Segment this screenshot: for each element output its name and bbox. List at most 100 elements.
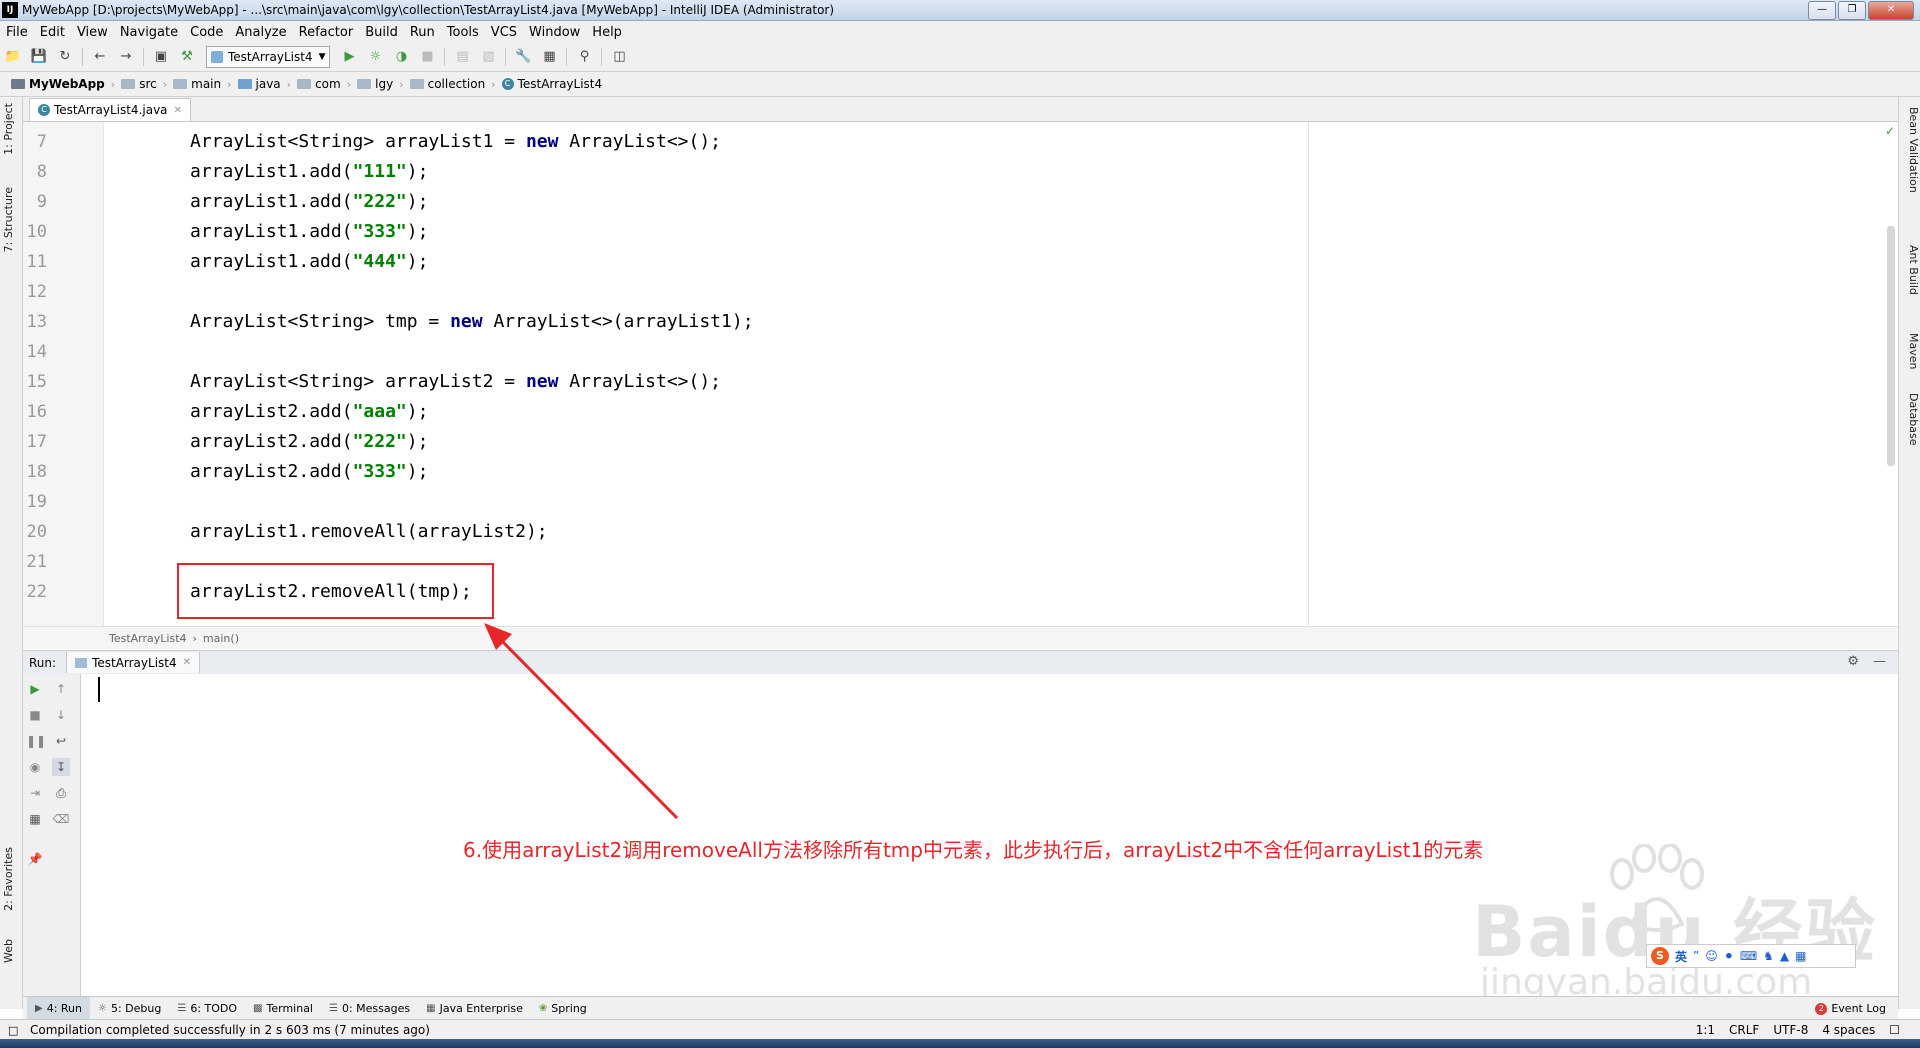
- tool-tab-maven[interactable]: Maven: [1902, 333, 1920, 369]
- settings-wrench-icon[interactable]: 🔧: [514, 48, 532, 66]
- keyboard-icon[interactable]: ⌨: [1740, 949, 1757, 963]
- breadcrumb-java[interactable]: java: [235, 77, 284, 91]
- editor-scrollbar[interactable]: [1887, 226, 1895, 466]
- tool-tab-messages[interactable]: ☰ 0: Messages: [321, 997, 418, 1020]
- soft-wrap-icon[interactable]: ↩: [52, 732, 70, 750]
- breadcrumb-project[interactable]: MyWebApp: [8, 77, 108, 91]
- indent-setting[interactable]: 4 spaces: [1822, 1023, 1875, 1037]
- menu-vcs[interactable]: VCS: [485, 25, 523, 40]
- string-literal: "aaa": [352, 401, 407, 422]
- menu-file[interactable]: File: [0, 25, 34, 40]
- tool-tab-spring[interactable]: ❀ Spring: [531, 997, 595, 1020]
- menu-analyze[interactable]: Analyze: [229, 25, 292, 40]
- shirt-icon[interactable]: ▲: [1780, 949, 1789, 963]
- gear-icon[interactable]: ⚙: [1847, 654, 1859, 669]
- project-settings-icon[interactable]: ▦: [540, 48, 558, 66]
- lock-icon[interactable]: ☐: [1889, 1023, 1900, 1037]
- code-breadcrumb-class[interactable]: TestArrayList4: [109, 632, 187, 645]
- tab-testarraylist4[interactable]: C TestArrayList4.java ✕: [29, 98, 191, 121]
- pin-icon[interactable]: 📌: [26, 850, 44, 868]
- menu-build[interactable]: Build: [359, 25, 404, 40]
- coverage-icon[interactable]: ◑: [392, 48, 410, 66]
- menu-tools[interactable]: Tools: [441, 25, 485, 40]
- pause-icon[interactable]: ❚❚: [26, 732, 46, 750]
- menu-code[interactable]: Code: [184, 25, 229, 40]
- tool-tab-todo[interactable]: ☰ 6: TODO: [169, 997, 245, 1020]
- menu-view[interactable]: View: [71, 25, 114, 40]
- code-breadcrumb-method[interactable]: main(): [203, 632, 239, 645]
- project-structure-icon[interactable]: ▣: [152, 48, 170, 66]
- tool-tab-favorites[interactable]: 2: Favorites: [2, 847, 20, 911]
- layout-icon[interactable]: ▦: [26, 810, 44, 828]
- run-icon[interactable]: ▶: [340, 48, 358, 66]
- microphone-icon[interactable]: ⚫: [1724, 949, 1734, 963]
- tool-tab-database[interactable]: Database: [1902, 393, 1920, 446]
- tool-tab-structure[interactable]: 7: Structure: [2, 187, 20, 252]
- menu-help[interactable]: Help: [586, 25, 628, 40]
- close-button[interactable]: ✕: [1868, 1, 1914, 20]
- close-icon[interactable]: ✕: [174, 105, 182, 116]
- line-number: 14: [26, 342, 47, 362]
- stop-icon[interactable]: ■: [418, 48, 436, 66]
- menu-refactor[interactable]: Refactor: [293, 25, 360, 40]
- breadcrumb-main[interactable]: main: [170, 77, 224, 91]
- back-icon[interactable]: ←: [91, 48, 109, 66]
- event-log-button[interactable]: 2 Event Log: [1815, 1002, 1886, 1015]
- breadcrumb-lgy[interactable]: lgy: [354, 77, 396, 91]
- vcs-update-icon[interactable]: ▤: [453, 48, 471, 66]
- tool-tab-ant-build[interactable]: Ant Build: [1902, 245, 1920, 295]
- menu-edit[interactable]: Edit: [34, 25, 71, 40]
- tool-tab-debug[interactable]: ☼ 5: Debug: [90, 997, 169, 1020]
- scroll-up-icon[interactable]: ↑: [52, 680, 70, 698]
- source-folder-icon: [237, 79, 252, 89]
- punctuation-icon[interactable]: ”: [1693, 949, 1699, 963]
- tool-tab-java-enterprise[interactable]: ▦ Java Enterprise: [418, 997, 531, 1020]
- rerun-icon[interactable]: ▶: [26, 680, 44, 698]
- build-hammer-icon[interactable]: ⚒: [178, 48, 196, 66]
- sogou-logo-icon[interactable]: S: [1651, 947, 1669, 965]
- emoji-icon[interactable]: ☺: [1705, 949, 1718, 963]
- tool-tab-web[interactable]: Web: [2, 939, 20, 963]
- minimize-panel-icon[interactable]: —: [1873, 654, 1886, 669]
- code-editor[interactable]: ArrayList<String> arrayList1 = new Array…: [104, 122, 1894, 626]
- skin-icon[interactable]: ♞: [1763, 949, 1774, 963]
- stop-icon[interactable]: ■: [26, 706, 44, 724]
- line-separator[interactable]: CRLF: [1729, 1023, 1759, 1037]
- tool-tab-project[interactable]: 1: Project: [2, 103, 20, 155]
- menu-navigate[interactable]: Navigate: [114, 25, 184, 40]
- ime-language-toggle[interactable]: 英: [1675, 948, 1687, 965]
- forward-icon[interactable]: →: [117, 48, 135, 66]
- menu-run[interactable]: Run: [404, 25, 441, 40]
- maximize-button[interactable]: ❐: [1838, 1, 1866, 20]
- tool-tab-terminal[interactable]: ▩ Terminal: [245, 997, 321, 1020]
- minimize-button[interactable]: —: [1808, 1, 1836, 20]
- print-icon[interactable]: ⎙: [52, 784, 70, 802]
- menu-window[interactable]: Window: [523, 25, 586, 40]
- vcs-commit-icon[interactable]: ▧: [479, 48, 497, 66]
- status-panel-toggle-icon[interactable]: □: [8, 1024, 18, 1037]
- breadcrumb-collection[interactable]: collection: [407, 77, 489, 91]
- run-tab-testarraylist4[interactable]: TestArrayList4 ✕: [66, 652, 201, 673]
- breadcrumb-class[interactable]: C TestArrayList4: [499, 77, 606, 91]
- tool-tab-label: 4: Run: [46, 1002, 82, 1015]
- close-icon[interactable]: ✕: [183, 657, 191, 668]
- search-icon[interactable]: ⚲: [575, 48, 593, 66]
- debug-icon[interactable]: ☼: [366, 48, 384, 66]
- scroll-to-end-icon[interactable]: ↧: [52, 758, 70, 776]
- file-encoding[interactable]: UTF-8: [1773, 1023, 1808, 1037]
- camera-icon[interactable]: ◉: [26, 758, 44, 776]
- tool-tab-bean-validation[interactable]: Bean Validation: [1902, 107, 1920, 193]
- tool-tab-run[interactable]: ▶ 4: Run: [27, 997, 90, 1020]
- sync-icon[interactable]: ↻: [56, 48, 74, 66]
- login-icon[interactable]: ⇥: [26, 784, 44, 802]
- toolbox-icon[interactable]: ▦: [1795, 949, 1806, 963]
- breadcrumb-com[interactable]: com: [294, 77, 344, 91]
- scroll-down-icon[interactable]: ↓: [52, 706, 70, 724]
- open-folder-icon[interactable]: 📁: [4, 48, 22, 66]
- run-configuration-select[interactable]: TestArrayList4 ▼: [206, 46, 331, 68]
- breadcrumb-src[interactable]: src: [118, 77, 160, 91]
- save-icon[interactable]: 💾: [30, 48, 48, 66]
- tasks-icon[interactable]: ◫: [610, 48, 628, 66]
- trash-icon[interactable]: ⌫: [52, 810, 70, 828]
- caret-position[interactable]: 1:1: [1696, 1023, 1715, 1037]
